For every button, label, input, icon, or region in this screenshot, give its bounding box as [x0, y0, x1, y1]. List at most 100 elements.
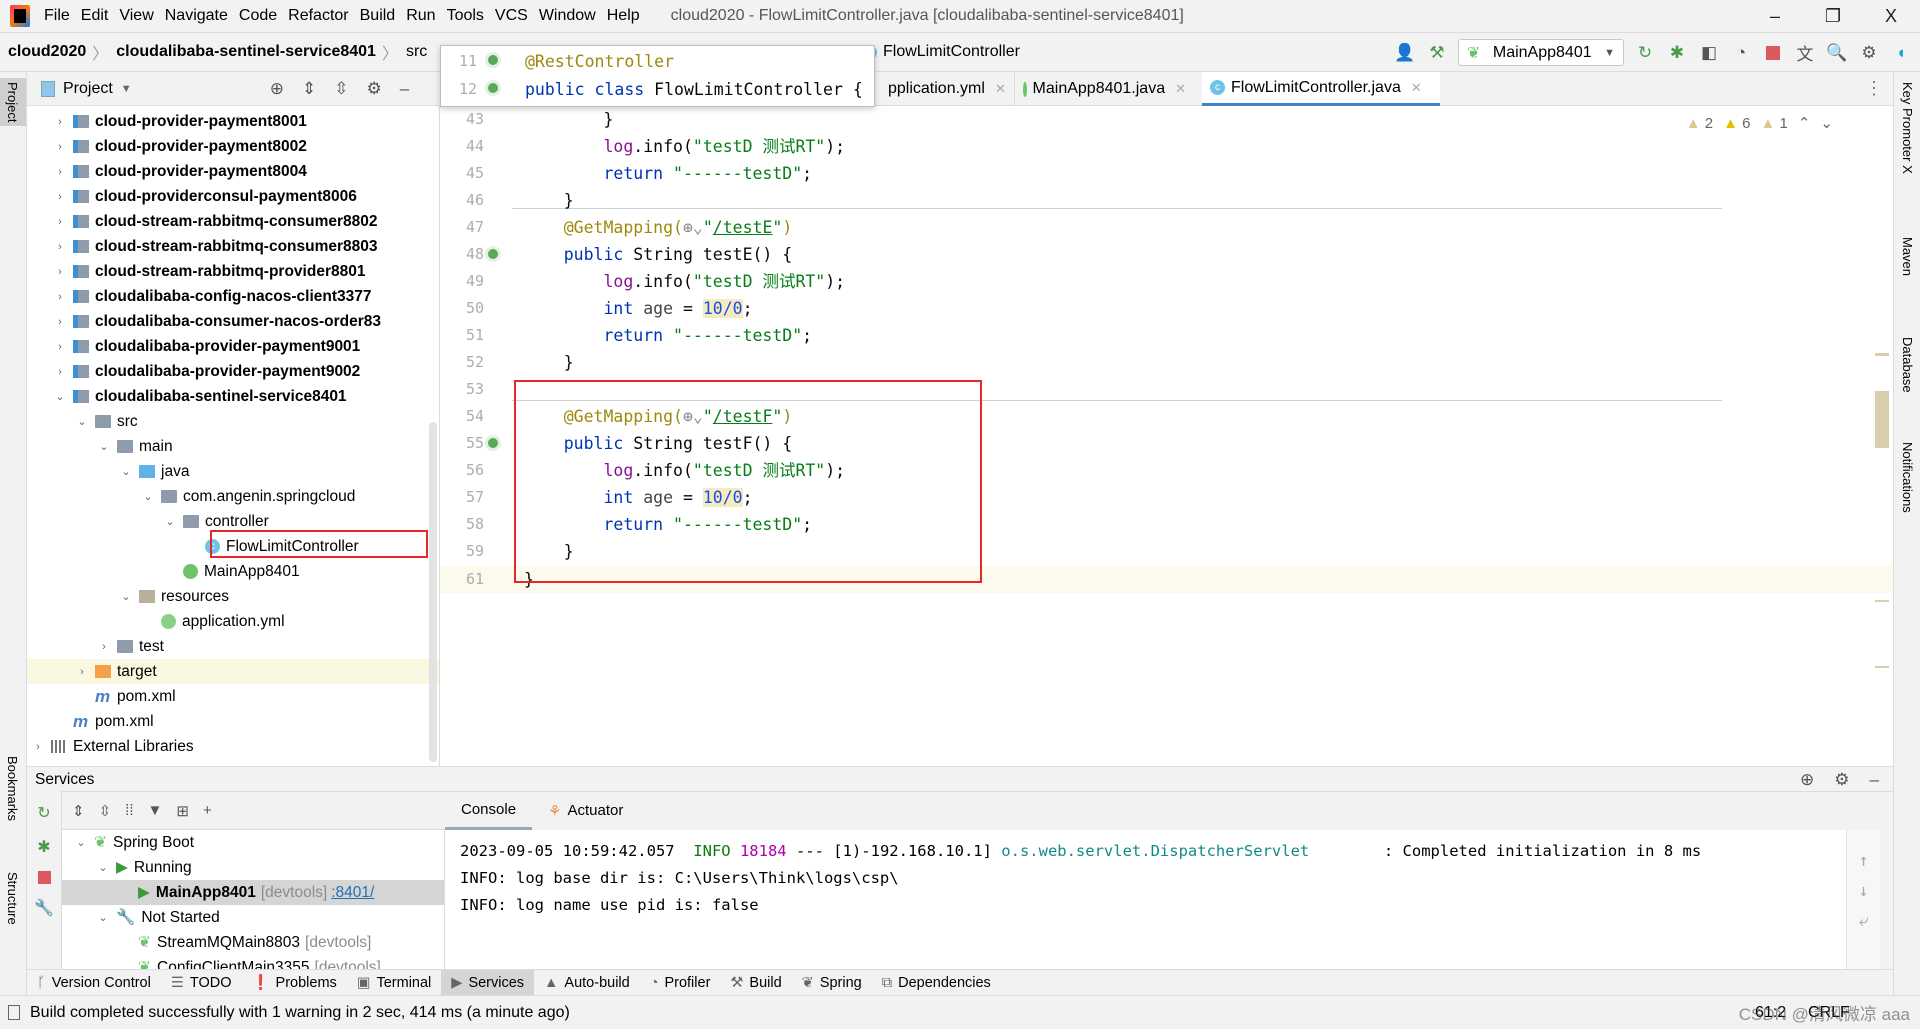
tree-item[interactable]: ⌄ main: [27, 434, 439, 459]
collapse-all-icon[interactable]: ⇳: [99, 802, 112, 820]
expand-all-icon[interactable]: ⇕: [302, 79, 316, 99]
chevron-right-icon[interactable]: ›: [97, 641, 111, 653]
search-icon[interactable]: 🔍: [1826, 42, 1848, 64]
tool-tab-todo[interactable]: ☰ TODO: [161, 970, 242, 996]
service-item[interactable]: ❦ ConfigClientMain3355 [devtools]: [62, 955, 444, 970]
new-tab-icon[interactable]: ⊞: [176, 802, 189, 820]
translate-icon[interactable]: 文: [1794, 42, 1816, 64]
chevron-down-icon[interactable]: ⌄: [74, 836, 88, 849]
tree-item[interactable]: ⌄ resources: [27, 584, 439, 609]
debug-icon[interactable]: ✱: [1666, 42, 1688, 64]
rerun-icon[interactable]: ↻: [37, 803, 50, 823]
tab-flowlimitcontroller-java[interactable]: c FlowLimitController.java ✕: [1202, 72, 1440, 106]
menu-navigate[interactable]: Navigate: [165, 7, 228, 25]
wrench-icon[interactable]: 🔧: [34, 898, 54, 918]
close-tab-icon[interactable]: ✕: [1175, 81, 1186, 97]
menu-tools[interactable]: Tools: [447, 7, 484, 25]
tab-mainapp8401-java[interactable]: MainApp8401.java ✕: [1014, 72, 1194, 106]
tree-item[interactable]: › target: [27, 659, 439, 684]
breadcrumb-module[interactable]: cloudalibaba-sentinel-service8401: [116, 43, 376, 61]
service-item[interactable]: ⌄ 🔧 Not Started: [62, 905, 444, 930]
run-config-dropdown[interactable]: ❦ MainApp8401 ▼: [1458, 39, 1624, 66]
tree-item[interactable]: ⌄ java: [27, 459, 439, 484]
group-by-icon[interactable]: ⁞⁞: [125, 802, 133, 819]
chevron-right-icon[interactable]: ›: [53, 216, 67, 228]
service-item[interactable]: ⌄ ▶ Running: [62, 855, 444, 880]
chevron-right-icon[interactable]: ›: [53, 166, 67, 178]
tool-tab-spring[interactable]: ❦ Spring: [792, 970, 872, 996]
chevron-right-icon[interactable]: ›: [75, 666, 89, 678]
console-output[interactable]: ↑ ↓ ⤶ 2023-09-05 10:59:42.057 INFO 18184 -…: [445, 830, 1880, 969]
tool-tab-services[interactable]: ▶ Services: [441, 969, 535, 996]
endpoint-gutter-icon[interactable]: [485, 246, 501, 262]
service-item[interactable]: ▶ MainApp8401 [devtools]:8401/: [62, 880, 444, 905]
chevron-right-icon[interactable]: ›: [31, 741, 45, 753]
locate-icon[interactable]: ⊕: [270, 79, 284, 99]
inspection-widget[interactable]: ▲ 2 ▲ 6 ▲ 1 ⌃ ⌄: [1686, 114, 1833, 133]
expand-all-icon[interactable]: ⇕: [72, 802, 85, 820]
code-with-me-icon[interactable]: ◖: [1890, 42, 1912, 64]
chevron-down-icon[interactable]: ⌄: [119, 465, 133, 478]
tool-tab-profiler[interactable]: ◔ Profiler: [640, 970, 721, 996]
chevron-right-icon[interactable]: ›: [53, 291, 67, 303]
close-tab-icon[interactable]: ✕: [1411, 80, 1422, 96]
service-item[interactable]: ❦ StreamMQMain8803 [devtools]: [62, 930, 444, 955]
bookmarks-tool-button[interactable]: Bookmarks: [5, 756, 20, 821]
tree-item[interactable]: application.yml: [27, 609, 439, 634]
endpoint-gutter-icon[interactable]: [485, 435, 501, 451]
chevron-down-icon[interactable]: ⌄: [141, 490, 155, 503]
menu-window[interactable]: Window: [539, 7, 596, 25]
service-item[interactable]: ⌄ ❦ Spring Boot: [62, 830, 444, 855]
menu-refactor[interactable]: Refactor: [288, 7, 348, 25]
chevron-right-icon[interactable]: ›: [53, 241, 67, 253]
tool-tab-build[interactable]: ⚒ Build: [720, 970, 791, 996]
tree-item[interactable]: › cloudalibaba-provider-payment9002: [27, 359, 439, 384]
tree-item[interactable]: › cloud-provider-payment8002: [27, 134, 439, 159]
stop-icon[interactable]: [1762, 42, 1784, 64]
chevron-right-icon[interactable]: ›: [53, 341, 67, 353]
breadcrumb-current[interactable]: FlowLimitController: [883, 43, 1020, 61]
tree-item[interactable]: ⌄ src: [27, 409, 439, 434]
status-message[interactable]: Build completed successfully with 1 warn…: [30, 1004, 570, 1022]
gear-icon[interactable]: ⚙: [366, 79, 381, 99]
close-button[interactable]: X: [1862, 0, 1920, 33]
chevron-down-icon[interactable]: ⌄: [119, 590, 133, 603]
menu-build[interactable]: Build: [360, 7, 396, 25]
chevron-down-icon[interactable]: ⌄: [75, 415, 89, 428]
tree-item[interactable]: m pom.xml: [27, 684, 439, 709]
tree-item[interactable]: ⌄ com.angenin.springcloud: [27, 484, 439, 509]
chevron-down-icon[interactable]: ⌄: [96, 911, 110, 924]
breadcrumb-src[interactable]: src: [406, 43, 427, 61]
tree-item[interactable]: › test: [27, 634, 439, 659]
gear-icon[interactable]: ⚙: [1834, 767, 1849, 792]
chevron-down-icon[interactable]: ⌄: [96, 861, 110, 874]
hide-icon[interactable]: –: [400, 79, 409, 99]
scroll-down-icon[interactable]: ↓: [1847, 876, 1880, 906]
maven-tool-button[interactable]: Maven: [1900, 237, 1915, 276]
more-tabs-icon[interactable]: ⋮: [1865, 78, 1883, 99]
user-icon[interactable]: 👤: [1394, 42, 1416, 64]
tree-item[interactable]: › cloudalibaba-config-nacos-client3377: [27, 284, 439, 309]
previous-highlight-icon[interactable]: ⌃: [1798, 114, 1811, 132]
add-service-icon[interactable]: +: [203, 802, 212, 819]
tool-tab-problems[interactable]: ❗ Problems: [241, 970, 346, 996]
menu-code[interactable]: Code: [239, 7, 277, 25]
project-tool-button[interactable]: Project: [0, 78, 26, 127]
chevron-right-icon[interactable]: ›: [53, 116, 67, 128]
coverage-icon[interactable]: ◧: [1698, 42, 1720, 64]
tool-tab-auto-build[interactable]: ▲ Auto-build: [534, 970, 640, 996]
maximize-button[interactable]: ❐: [1804, 0, 1862, 33]
tree-item[interactable]: › External Libraries: [27, 734, 439, 759]
tool-tab-terminal[interactable]: ▣ Terminal: [347, 970, 442, 996]
tab-application-yml[interactable]: pplication.yml ✕: [880, 72, 1006, 106]
tab-actuator[interactable]: ⚘ Actuator: [532, 791, 639, 830]
tree-item[interactable]: m pom.xml: [27, 709, 439, 734]
tree-item[interactable]: ⌄ cloudalibaba-sentinel-service8401: [27, 384, 439, 409]
tree-scrollbar[interactable]: [429, 422, 437, 762]
structure-tool-button[interactable]: Structure: [5, 872, 20, 925]
menu-run[interactable]: Run: [406, 7, 435, 25]
database-tool-button[interactable]: Database: [1900, 337, 1915, 393]
tool-tab-dependencies[interactable]: ⧉ Dependencies: [872, 970, 1001, 996]
chevron-right-icon[interactable]: ›: [53, 366, 67, 378]
tab-console[interactable]: Console: [445, 791, 533, 830]
